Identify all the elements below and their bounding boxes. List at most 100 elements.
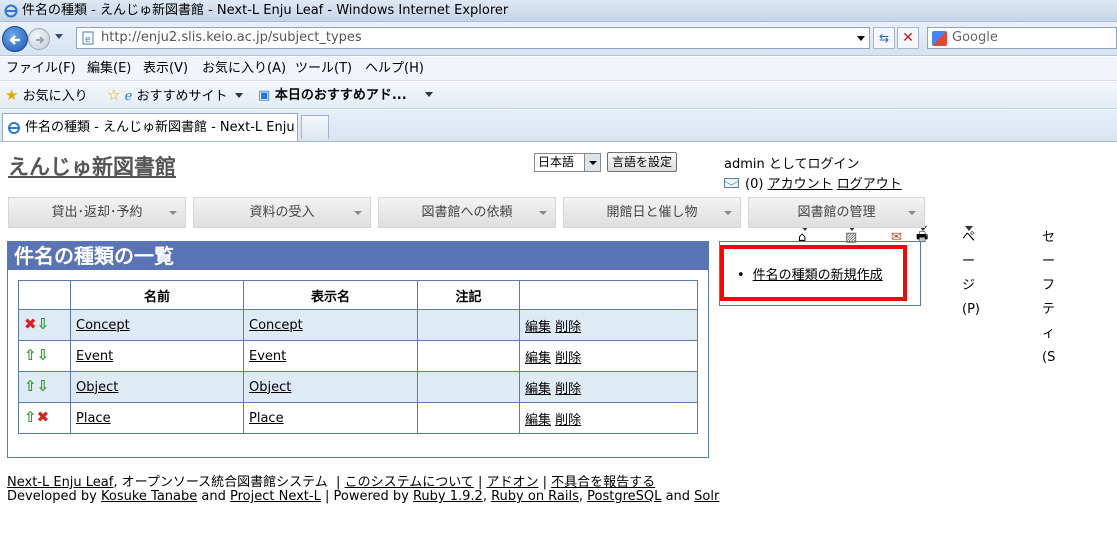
menu-help[interactable]: ヘルプ(H) — [365, 57, 424, 81]
nav-events[interactable]: 開館日と催し物 — [563, 197, 741, 228]
delete-link[interactable]: 削除 — [555, 382, 581, 397]
stop-button[interactable]: ✕ — [897, 27, 919, 49]
row-display-name-link[interactable]: Concept — [249, 318, 303, 333]
page-icon: e — [82, 31, 94, 45]
row-name-link[interactable]: Event — [76, 349, 113, 364]
menu-tools[interactable]: ツール(T) — [295, 57, 352, 81]
edit-link[interactable]: 編集 — [525, 351, 551, 366]
move-up-icon[interactable]: ⇧ — [24, 348, 37, 363]
menu-view[interactable]: 表示(V) — [143, 57, 188, 81]
row-note — [417, 402, 520, 434]
page-menu-label: ページ(P) — [962, 230, 980, 317]
web-slice-button[interactable]: ▣ 本日のおすすめアド... — [258, 82, 434, 109]
footer-line-2: Developed by Kosuke Tanabe and Project N… — [7, 489, 720, 504]
logout-link[interactable]: ログアウト — [837, 177, 902, 192]
col-header-display-name: 表示名 — [243, 280, 418, 310]
row-display-name-link[interactable]: Object — [249, 380, 291, 395]
nav-label: 開館日と催し物 — [606, 205, 698, 220]
nav-admin[interactable]: 図書館の管理 — [748, 197, 925, 228]
chevron-down-icon — [234, 93, 243, 98]
nav-label: 貸出･返却･予約 — [51, 205, 143, 220]
nav-label: 資料の受入 — [249, 205, 315, 220]
about-link[interactable]: このシステムについて — [345, 475, 474, 490]
url-dropdown-icon[interactable] — [857, 36, 865, 41]
edit-link[interactable]: 編集 — [525, 382, 551, 397]
project-link[interactable]: Project Next-L — [230, 489, 321, 504]
delete-link[interactable]: 削除 — [555, 413, 581, 428]
row-name-link[interactable]: Place — [76, 411, 111, 426]
refresh-button[interactable]: ⇆ — [873, 27, 895, 49]
message-count: (0) — [745, 177, 764, 192]
edit-link[interactable]: 編集 — [525, 320, 551, 335]
ie-logo-icon — [4, 4, 18, 18]
and-text-2: and — [665, 489, 691, 504]
chevron-down-icon — [584, 154, 600, 171]
ruby-link[interactable]: Ruby 1.9.2 — [413, 489, 483, 504]
nav-requests[interactable]: 図書館への依頼 — [378, 197, 556, 228]
address-input[interactable]: e http://enju2.slis.keio.ac.jp/subject_t… — [76, 27, 870, 49]
nav-label: 図書館の管理 — [797, 205, 876, 220]
table-row: ✖⇩ Concept Concept 編集 削除 — [18, 309, 698, 341]
cannot-move-icon: ✖ — [24, 315, 37, 333]
col-header-order — [18, 280, 71, 310]
row-display-name-link[interactable]: Event — [249, 349, 286, 364]
back-button[interactable] — [2, 26, 28, 52]
favorites-button[interactable]: ★ お気に入り — [5, 82, 88, 110]
history-dropdown-icon[interactable] — [55, 34, 63, 39]
language-select[interactable]: 日本語 — [534, 153, 601, 172]
set-language-button[interactable]: 言語を設定 — [607, 152, 678, 172]
table-row: ⇧✖ Place Place 編集 削除 — [18, 402, 698, 434]
account-link[interactable]: アカウント — [768, 177, 833, 192]
addon-link[interactable]: アドオン — [486, 475, 538, 490]
forward-button[interactable] — [28, 28, 50, 50]
menu-favorites[interactable]: お気に入り(A) — [202, 57, 286, 81]
tab-bar: 件名の種類 - えんじゅ新図書館 - Next-L Enju ... — [0, 110, 1117, 142]
menu-file[interactable]: ファイル(F) — [6, 57, 76, 81]
edit-link[interactable]: 編集 — [525, 413, 551, 428]
footer-line-1: Next-L Enju Leaf, オープンソース統合図書館システム | このシ… — [7, 475, 656, 490]
move-down-icon[interactable]: ⇩ — [37, 348, 50, 363]
row-note — [417, 371, 520, 403]
tab-current[interactable]: 件名の種類 - えんじゅ新図書館 - Next-L Enju ... — [2, 113, 298, 141]
menubar: ファイル(F) 編集(E) 表示(V) お気に入り(A) ツール(T) ヘルプ(… — [0, 57, 1117, 81]
chevron-down-icon — [169, 211, 177, 215]
row-name-link[interactable]: Object — [76, 380, 118, 395]
move-down-icon[interactable]: ⇩ — [37, 317, 50, 332]
search-input[interactable]: Google — [927, 27, 1117, 49]
report-bug-link[interactable]: 不具合を報告する — [551, 475, 655, 490]
chevron-down-icon — [425, 92, 434, 97]
new-tab-button[interactable] — [301, 115, 329, 139]
suggested-sites-button[interactable]: ☆ ℯ おすすめサイト — [107, 82, 243, 110]
author-link[interactable]: Kosuke Tanabe — [101, 489, 197, 504]
site-title[interactable]: えんじゅ新図書館 — [8, 151, 176, 181]
row-note — [417, 309, 520, 341]
account-links: (0) アカウント ログアウト — [724, 173, 902, 192]
delete-link[interactable]: 削除 — [555, 351, 581, 366]
forward-arrow-icon — [36, 36, 45, 44]
delete-link[interactable]: 削除 — [555, 320, 581, 335]
move-up-icon[interactable]: ⇧ — [24, 379, 37, 394]
page-heading: 件名の種類の一覧 — [8, 242, 708, 270]
col-header-actions — [519, 280, 698, 310]
menu-edit[interactable]: 編集(E) — [87, 57, 131, 81]
postgresql-link[interactable]: PostgreSQL — [587, 489, 661, 504]
col-header-name: 名前 — [70, 280, 244, 310]
move-down-icon[interactable]: ⇩ — [37, 379, 50, 394]
rails-link[interactable]: Ruby on Rails — [491, 489, 579, 504]
login-status: admin としてログイン — [724, 157, 860, 172]
table-row: ⇧⇩ Object Object 編集 削除 — [18, 371, 698, 403]
row-display-name-link[interactable]: Place — [249, 411, 284, 426]
move-up-icon[interactable]: ⇧ — [24, 410, 37, 425]
new-subject-type-link[interactable]: 件名の種類の新規作成 — [753, 268, 883, 283]
subject-types-table: 名前 表示名 注記 ✖⇩ Concept Concept 編集 削除 ⇧⇩ Ev… — [18, 280, 698, 434]
nav-circulation[interactable]: 貸出･返却･予約 — [8, 197, 186, 228]
nav-acquisition[interactable]: 資料の受入 — [193, 197, 371, 228]
suggested-sites-label: おすすめサイト — [136, 89, 228, 104]
row-name-link[interactable]: Concept — [76, 318, 130, 333]
window-title: 件名の種類 - えんじゅ新図書館 - Next-L Enju Leaf - Wi… — [22, 3, 509, 18]
safety-menu-label: セーフティ(S — [1042, 230, 1056, 365]
mail-icon[interactable] — [724, 178, 739, 188]
window-titlebar: 件名の種類 - えんじゅ新図書館 - Next-L Enju Leaf - Wi… — [0, 0, 1117, 22]
enju-leaf-link[interactable]: Next-L Enju Leaf — [7, 475, 113, 490]
solr-link[interactable]: Solr — [694, 489, 719, 504]
